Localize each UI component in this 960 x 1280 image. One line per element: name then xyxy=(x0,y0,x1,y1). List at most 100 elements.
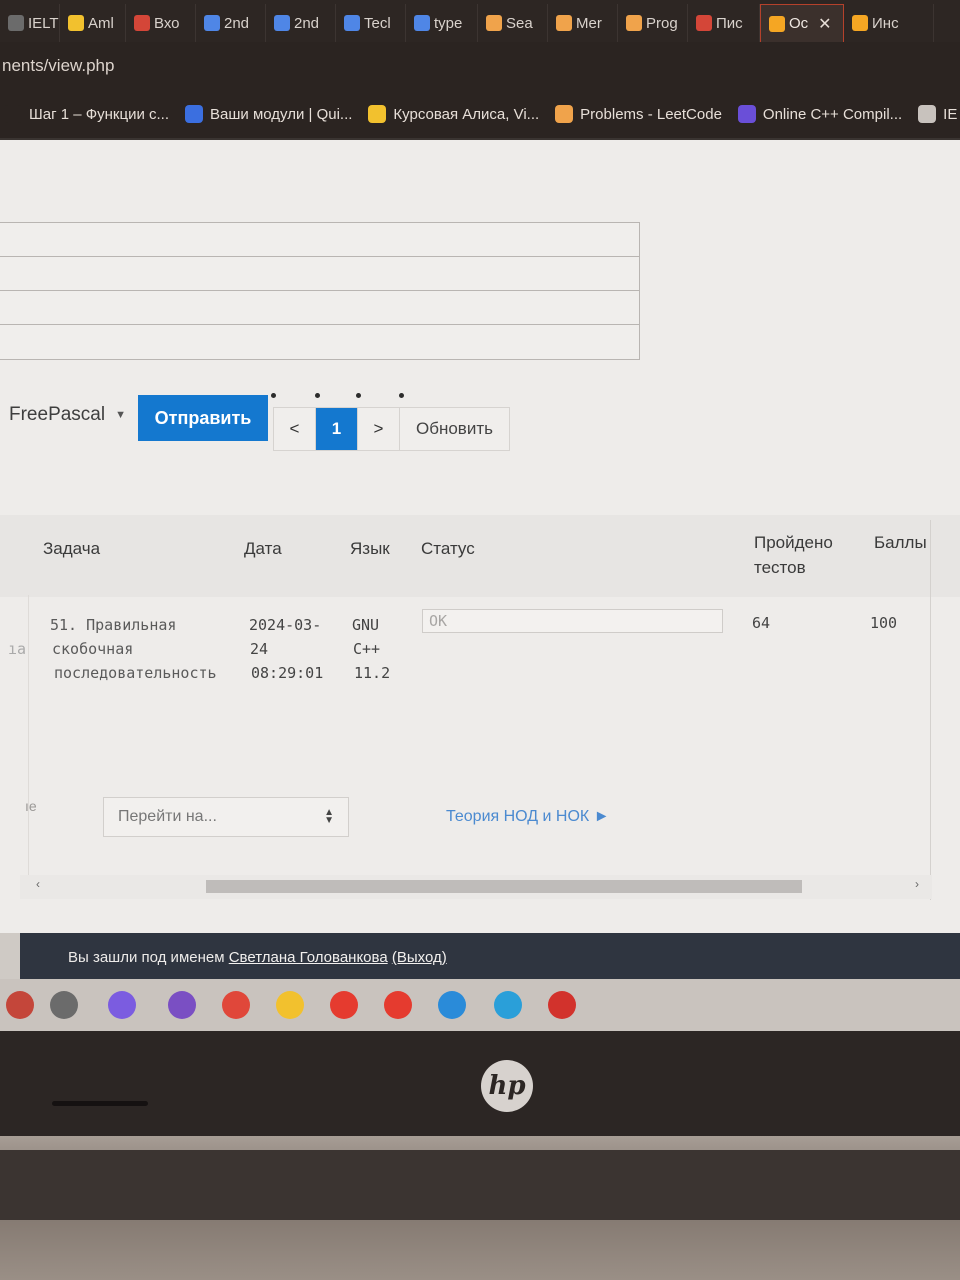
browser-tab[interactable]: Ос ✕ xyxy=(760,4,844,42)
browser-tab[interactable]: Prog xyxy=(618,4,688,42)
refresh-button[interactable]: Обновить xyxy=(400,408,509,450)
file-explorer-icon[interactable] xyxy=(276,991,304,1019)
status-badge[interactable]: OK xyxy=(422,609,723,633)
horizontal-scrollbar[interactable]: ‹ › xyxy=(20,875,932,899)
tab-label: Aml xyxy=(88,14,114,32)
bookmark-item[interactable]: IE xyxy=(918,105,957,123)
loading-dot xyxy=(399,393,404,398)
start-icon[interactable] xyxy=(6,991,34,1019)
bookmark-favicon-icon xyxy=(4,105,22,123)
scrollbar-thumb[interactable] xyxy=(206,880,802,893)
close-tab-icon[interactable]: ✕ xyxy=(818,14,831,34)
cell-task[interactable]: скобочная xyxy=(52,637,133,661)
submissions-table: Задача Дата Язык Статус Пройдено тестов … xyxy=(0,515,960,785)
prev-page-button[interactable]: < xyxy=(274,408,316,450)
tab-label: Tecl xyxy=(364,14,391,32)
browser-tab[interactable]: Mer xyxy=(548,4,618,42)
tab-favicon-icon xyxy=(769,15,785,32)
tab-label: Sea xyxy=(506,14,533,32)
tab-favicon-icon xyxy=(204,15,220,31)
cell-lang: 11.2 xyxy=(354,664,391,682)
cell-task[interactable]: последовательность xyxy=(54,661,217,685)
cell-lang: C++ xyxy=(353,640,381,658)
next-activity-link[interactable]: Теория НОД и НОК ► xyxy=(446,808,610,826)
tab-label: type xyxy=(434,14,463,32)
browser-tab[interactable]: Вхо xyxy=(126,4,196,42)
tab-favicon-icon xyxy=(8,15,24,31)
bookmark-label: Ваши модули | Qui... xyxy=(210,105,353,123)
bookmark-label: IE xyxy=(943,105,958,123)
edge-icon[interactable] xyxy=(438,991,466,1019)
bookmarks-bar: Шаг 1 – Функции с... Ваши модули | Qui...… xyxy=(0,90,960,140)
tab-favicon-icon xyxy=(134,15,150,31)
user-link[interactable]: Светлана Голованкова xyxy=(229,949,388,966)
visual-studio-icon[interactable] xyxy=(168,991,196,1019)
bookmark-item[interactable]: Online C++ Compil... xyxy=(737,105,902,123)
jump-to-select[interactable]: Перейти на... ▲ ▼ xyxy=(103,797,349,837)
scroll-left-icon[interactable]: ‹ xyxy=(36,877,40,891)
bookmark-item[interactable]: Problems - LeetCode xyxy=(555,105,722,123)
next-page-button[interactable]: > xyxy=(358,408,400,450)
scroll-right-icon[interactable]: › xyxy=(915,877,919,891)
bookmark-item[interactable]: Курсовая Алиса, Vi... xyxy=(368,105,539,123)
login-info-bar: Вы зашли под именем Светлана Голованкова… xyxy=(20,933,960,979)
task-view-icon[interactable] xyxy=(50,991,78,1019)
table-header: Задача Дата Язык Статус Пройдено тестов … xyxy=(0,515,960,597)
yandex-icon[interactable] xyxy=(330,991,358,1019)
browser-tab[interactable]: IELT xyxy=(0,4,60,42)
opera-icon[interactable] xyxy=(548,991,576,1019)
divider xyxy=(930,520,931,900)
browser-tab[interactable]: Tecl xyxy=(336,4,406,42)
header-task: Задача xyxy=(43,539,101,558)
browser-tab[interactable]: type xyxy=(406,4,478,42)
telegram-icon[interactable] xyxy=(494,991,522,1019)
browser-tab[interactable]: 2nd xyxy=(196,4,266,42)
chrome-icon[interactable] xyxy=(222,991,250,1019)
header-status: Статус xyxy=(421,539,475,558)
page-content: FreePascal ▼ Отправить < 1 > Обновить За… xyxy=(0,140,960,935)
bookmark-label: Problems - LeetCode xyxy=(580,105,722,123)
bookmark-label: Шаг 1 – Функции с... xyxy=(29,105,170,123)
address-url[interactable]: nents/view.php xyxy=(2,56,114,76)
cell-task[interactable]: 51. Правильная xyxy=(50,613,176,637)
grid-row xyxy=(0,223,639,257)
send-button[interactable]: Отправить xyxy=(138,395,268,441)
header-lang: Язык xyxy=(350,539,390,558)
tab-favicon-icon xyxy=(274,15,290,31)
current-page-button[interactable]: 1 xyxy=(316,408,358,450)
address-bar[interactable]: nents/view.php xyxy=(0,42,960,90)
logout-link[interactable]: (Выход) xyxy=(392,949,447,966)
cortana-icon[interactable] xyxy=(108,991,136,1019)
browser-tab[interactable]: Инс xyxy=(844,4,934,42)
tab-favicon-icon xyxy=(486,15,502,31)
cell-lang: GNU xyxy=(352,616,380,634)
grid-row xyxy=(0,325,639,359)
browser-tab[interactable]: Пис xyxy=(688,4,760,42)
caret-down-icon: ▼ xyxy=(115,409,126,421)
code-input-area[interactable] xyxy=(0,222,640,360)
pagination: < 1 > Обновить xyxy=(273,407,510,451)
bookmark-item[interactable]: Шаг 1 – Функции с... xyxy=(4,105,169,123)
bezel-mark xyxy=(52,1101,148,1106)
tab-label: Вхо xyxy=(154,14,180,32)
bookmark-favicon-icon xyxy=(185,105,204,123)
bookmark-item[interactable]: Ваши модули | Qui... xyxy=(185,105,352,123)
tab-favicon-icon xyxy=(696,15,712,31)
login-prefix: Вы зашли под именем xyxy=(68,949,225,966)
tab-label: Prog xyxy=(646,14,678,32)
cell-date: 08:29:01 xyxy=(251,664,324,682)
loading-dot xyxy=(271,393,276,398)
grid-row xyxy=(0,257,639,291)
browser-tabstrip: IELT Aml Вхо 2nd 2nd Tecl type Sea Mer Prog Пис Ос ✕… xyxy=(0,0,960,42)
language-select[interactable]: FreePascal ▼ xyxy=(9,404,126,426)
browser-tab[interactable]: Aml xyxy=(60,4,126,42)
tab-label: Ос xyxy=(789,15,809,32)
yandex-browser-icon[interactable] xyxy=(384,991,412,1019)
cell-score: 100 xyxy=(870,614,898,632)
loading-dot xyxy=(356,393,361,398)
browser-tab[interactable]: Sea xyxy=(478,4,548,42)
table-row: ıa 51. Правильная скобочная последовател… xyxy=(0,597,960,797)
laptop-hinge xyxy=(0,1150,960,1220)
bookmark-label: Курсовая Алиса, Vi... xyxy=(393,105,540,123)
browser-tab[interactable]: 2nd xyxy=(266,4,336,42)
